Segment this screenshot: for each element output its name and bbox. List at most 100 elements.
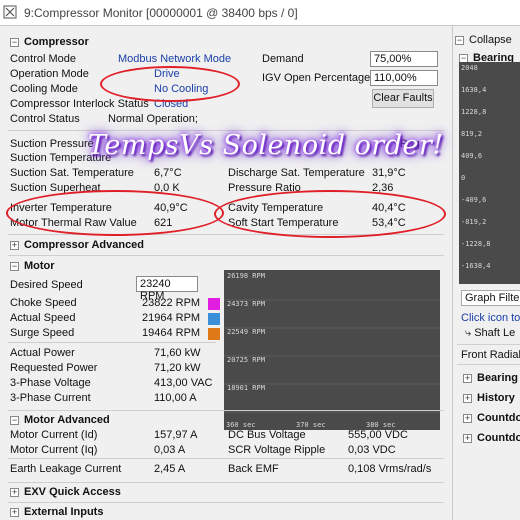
- expand-icon[interactable]: +: [10, 507, 19, 517]
- discharge-sat-temp-label: Discharge Sat. Temperature: [228, 167, 365, 179]
- choke-speed-label: Choke Speed: [10, 297, 77, 309]
- back-emf-label: Back EMF: [228, 463, 279, 475]
- collapse-all[interactable]: − Collapse: [455, 34, 512, 46]
- motor-current-id-label: Motor Current (Id): [10, 429, 98, 441]
- surge-speed-value: 19464 RPM: [142, 327, 201, 339]
- expand-icon[interactable]: +: [463, 433, 472, 443]
- main-panel: − Compressor Control Mode Modbus Network …: [0, 26, 448, 520]
- compressor-header[interactable]: − Compressor: [10, 36, 89, 48]
- y-tick: 1638,4: [461, 86, 487, 94]
- clear-faults-button[interactable]: Clear Faults: [372, 89, 434, 108]
- expand-icon[interactable]: +: [463, 393, 472, 403]
- surge-speed-label: Surge Speed: [10, 327, 75, 339]
- bearing-graph[interactable]: 2048 1638,4 1228,8 819,2 409,6 0 -409,6 …: [459, 62, 520, 284]
- front-radial-label: Front Radial 0: [461, 349, 520, 361]
- y-tick: 2048: [461, 64, 478, 72]
- motor-current-id-value: 157,97 A: [154, 429, 198, 441]
- expand-icon[interactable]: +: [10, 487, 19, 497]
- requested-power-value: 71,20 kW: [154, 362, 201, 374]
- cooling-mode-label: Cooling Mode: [10, 83, 78, 95]
- choke-speed-value: 23822 RPM: [142, 297, 201, 309]
- countdown-header[interactable]: + Countdo: [463, 412, 520, 424]
- phase-voltage-label: 3-Phase Voltage: [10, 377, 91, 389]
- control-mode-label: Control Mode: [10, 53, 77, 65]
- speed-graph[interactable]: 26198 RPM 24373 RPM 22549 RPM 20725 RPM …: [224, 270, 440, 430]
- desired-speed-label: Desired Speed: [10, 279, 83, 291]
- igv-field[interactable]: 110,00%: [370, 70, 438, 86]
- collapse-icon[interactable]: −: [455, 35, 464, 45]
- countdown-header[interactable]: + Countdo: [463, 432, 520, 444]
- history-header[interactable]: + History: [463, 392, 515, 404]
- x-tick: 370 sec: [296, 421, 326, 429]
- expand-icon[interactable]: +: [463, 373, 472, 383]
- phase-current-label: 3-Phase Current: [10, 392, 91, 404]
- exv-header[interactable]: + EXV Quick Access: [10, 486, 121, 498]
- actual-speed-value: 21964 RPM: [142, 312, 201, 324]
- y-tick: 0: [461, 174, 466, 182]
- divider: [457, 364, 520, 365]
- control-status-label: Control Status: [10, 113, 80, 125]
- x-tick: 360 sec: [226, 421, 256, 429]
- motor-current-iq-label: Motor Current (Iq): [10, 444, 98, 456]
- shaft-icon: ⤷: [465, 327, 475, 339]
- phase-current-value: 110,00 A: [154, 392, 197, 404]
- motor-header[interactable]: − Motor: [10, 260, 55, 272]
- actual-power-label: Actual Power: [10, 347, 75, 359]
- requested-power-label: Requested Power: [10, 362, 98, 374]
- right-panel: − Collapse − Bearing 2048 1638,4 1228,8 81…: [452, 26, 520, 520]
- y-tick: 22549 RPM: [227, 328, 265, 336]
- y-tick: 24373 RPM: [227, 300, 265, 308]
- y-tick: 18901 RPM: [227, 384, 265, 392]
- shaft-option[interactable]: ⤷ Shaft Le: [465, 327, 515, 340]
- expand-icon[interactable]: +: [463, 413, 472, 423]
- desired-speed-field[interactable]: 23240 RPM: [136, 276, 198, 302]
- scr-ripple-value: 0,03 VDC: [348, 444, 396, 456]
- y-tick: 819,2: [461, 130, 483, 138]
- red-circle-annotation: [100, 66, 240, 102]
- actual-power-value: 71,60 kW: [154, 347, 201, 359]
- suction-pressure-label: Suction Pressure: [10, 138, 94, 150]
- overlay-caption: TempsVs Solenoid order!: [88, 130, 444, 161]
- phase-voltage-value: 413,00 VAC: [154, 377, 213, 389]
- dc-bus-voltage-label: DC Bus Voltage: [228, 429, 306, 441]
- window-title: 9:Compressor Monitor [00000001 @ 38400 b…: [24, 6, 298, 20]
- igv-label: IGV Open Percentage: [262, 72, 371, 84]
- scr-ripple-label: SCR Voltage Ripple: [228, 444, 326, 456]
- motor-current-iq-value: 0,03 A: [154, 444, 186, 456]
- suction-sat-temp-label: Suction Sat. Temperature: [10, 167, 134, 179]
- earth-leakage-value: 2,45 A: [154, 463, 186, 475]
- y-tick: -409,6: [461, 196, 487, 204]
- graph-filter-label[interactable]: Graph Filter:: [461, 290, 520, 306]
- app-icon: [3, 5, 17, 19]
- discharge-sat-temp-value: 31,9°C: [372, 167, 406, 179]
- collapse-icon[interactable]: −: [10, 261, 19, 271]
- compressor-advanced-header[interactable]: + Compressor Advanced: [10, 239, 144, 251]
- operation-mode-label: Operation Mode: [10, 68, 89, 80]
- interlock-status-label: Compressor Interlock Status: [10, 98, 149, 110]
- motor-advanced-header[interactable]: − Motor Advanced: [10, 414, 110, 426]
- x-tick: 380 sec: [366, 421, 396, 429]
- speed-graph-plot: [224, 299, 440, 413]
- collapse-icon[interactable]: −: [10, 415, 19, 425]
- external-inputs-header[interactable]: + External Inputs: [10, 506, 103, 518]
- demand-field[interactable]: 75,00%: [370, 51, 438, 67]
- y-tick: 26198 RPM: [227, 272, 265, 280]
- divider: [8, 502, 444, 503]
- actual-speed-label: Actual Speed: [10, 312, 76, 324]
- suction-sat-temp-value: 6,7°C: [154, 167, 182, 179]
- expand-icon[interactable]: +: [10, 240, 19, 250]
- y-tick: -1638,4: [461, 262, 491, 270]
- collapse-icon[interactable]: −: [10, 37, 19, 47]
- back-emf-value: 0,108 Vrms/rad/s: [348, 463, 432, 475]
- control-mode-value: Modbus Network Mode: [118, 53, 232, 65]
- divider: [8, 458, 444, 459]
- surge-speed-swatch: [208, 328, 220, 340]
- actual-speed-swatch: [208, 313, 220, 325]
- bearing-a-header[interactable]: +Bearing A: [463, 372, 520, 384]
- control-status-value: Normal Operation;: [108, 113, 198, 125]
- divider: [8, 342, 216, 343]
- y-tick: -1228,8: [461, 240, 491, 248]
- red-circle-annotation: [6, 190, 224, 236]
- earth-leakage-label: Earth Leakage Current: [10, 463, 122, 475]
- divider: [8, 255, 444, 256]
